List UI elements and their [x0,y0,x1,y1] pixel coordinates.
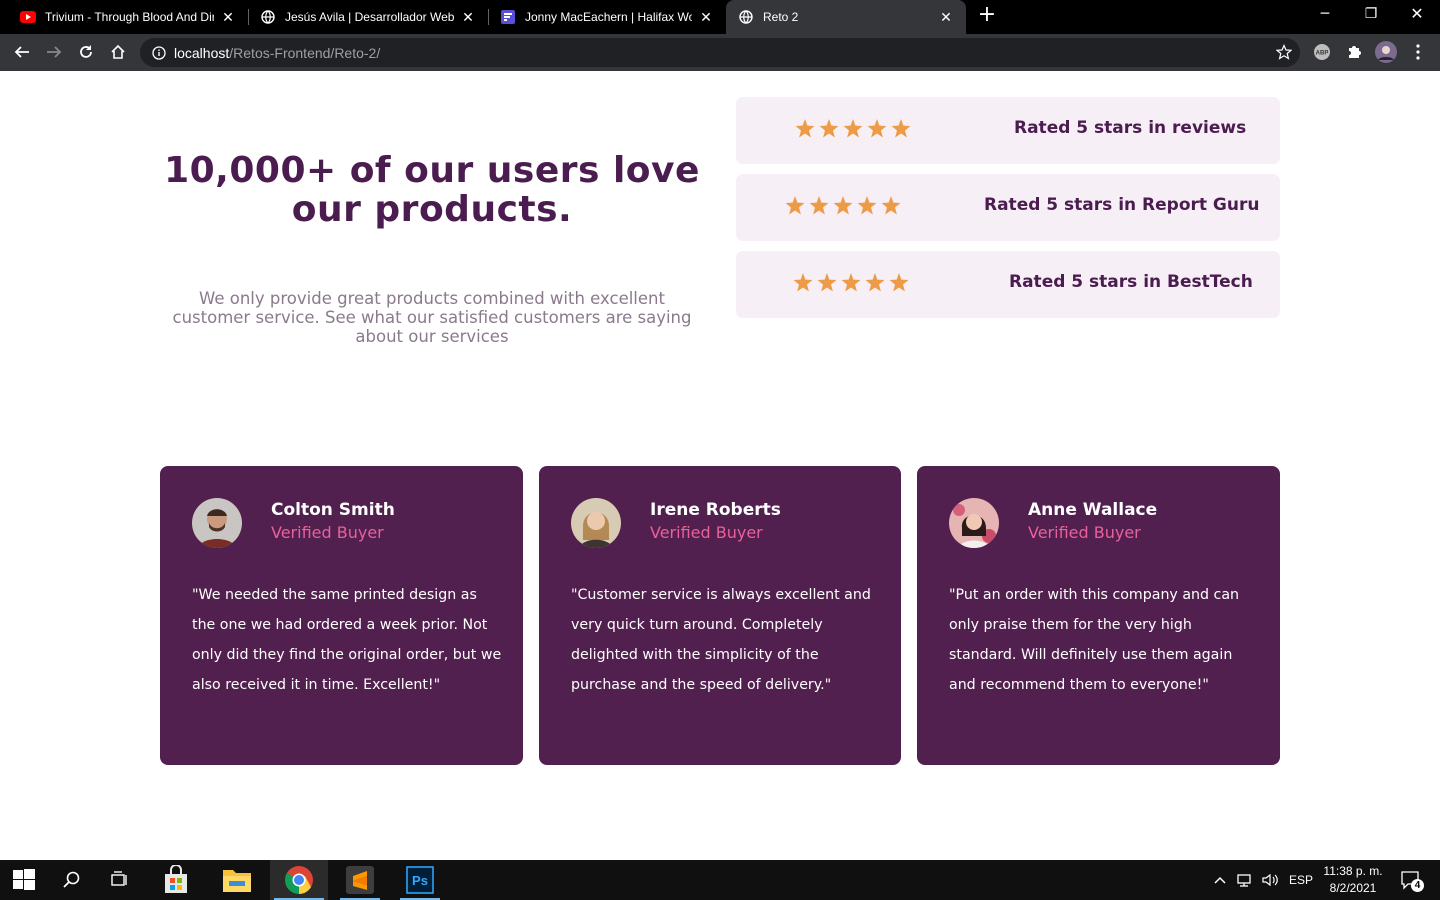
sublime-text-icon[interactable] [336,860,384,900]
extensions-puzzle-icon[interactable] [1342,40,1366,64]
star-icon [833,196,853,215]
site-info-icon[interactable] [144,45,174,60]
input-language[interactable]: ESP [1289,860,1313,900]
star-icon [817,273,837,292]
tab-jesus-avila[interactable]: Jesús Avila | Desarrollador Web ✕ [248,0,488,34]
show-hidden-icons-chevron-icon[interactable] [1213,860,1227,900]
star-rating [785,196,901,215]
rating-label: Rated 5 stars in reviews [1014,118,1247,138]
star-icon [843,119,863,138]
url-host: localhost [174,44,230,61]
browser-tab-strip: Trivium - Through Blood And Dirt ✕ Jesús… [0,0,1440,34]
reviewer-role: Verified Buyer [1028,523,1141,542]
star-icon [819,119,839,138]
tab-title: Jonny MacEachern | Halifax WordPress [525,10,692,24]
address-bar[interactable]: localhost/Retos-Frontend/Reto-2/ [140,38,1300,67]
volume-icon[interactable] [1261,860,1279,900]
url-path: /Retos-Frontend/Reto-2/ [229,44,381,61]
testimonial-card-colton: Colton Smith Verified Buyer "We needed t… [160,466,523,765]
rating-card-reviews: Rated 5 stars in reviews [736,97,1280,164]
star-icon [881,196,901,215]
chrome-icon[interactable] [270,860,328,900]
rating-card-besttech: Rated 5 stars in BestTech [736,251,1280,318]
rating-card-report-guru: Rated 5 stars in Report Guru [736,174,1280,241]
bookmark-star-icon[interactable] [1275,44,1293,64]
testimonial-card-irene: Irene Roberts Verified Buyer "Customer s… [539,466,901,765]
tab-title: Jesús Avila | Desarrollador Web [285,10,454,24]
file-explorer-icon[interactable] [213,860,261,900]
clock-date: 8/2/2021 [1329,881,1377,895]
home-icon[interactable] [106,40,130,64]
avatar [571,498,621,548]
profile-avatar-icon[interactable] [1374,40,1398,64]
new-tab-button[interactable]: + [976,4,998,27]
tab-jonny-maceachern[interactable]: Jonny MacEachern | Halifax WordPress ✕ [488,0,726,34]
forward-arrow-icon[interactable] [42,40,66,64]
reload-icon[interactable] [74,40,98,64]
system-clock[interactable]: 11:38 p. m. 8/2/2021 [1318,863,1388,897]
youtube-icon [20,9,36,25]
minimize-icon[interactable]: ─ [1302,0,1348,30]
microsoft-store-icon[interactable] [152,860,200,900]
star-icon [809,196,829,215]
star-icon [793,273,813,292]
avatar [192,498,242,548]
star-icon [867,119,887,138]
star-icon [889,273,909,292]
testimonial-quote: "Customer service is always excellent an… [571,587,871,693]
clock-time: 11:38 p. m. [1323,864,1383,878]
star-icon [857,196,877,215]
network-icon[interactable] [1236,860,1254,900]
star-icon [785,196,805,215]
task-view-icon[interactable] [96,860,144,900]
testimonial-card-anne: Anne Wallace Verified Buyer "Put an orde… [917,466,1280,765]
star-rating [793,273,909,292]
svg-text:Ps: Ps [412,873,428,888]
rating-label: Rated 5 stars in Report Guru [984,195,1260,215]
hero-title: 10,000+ of our users love our products. [164,150,700,230]
windows-taskbar: Ps ESP 11:38 p. m. 8/2/2021 4 [0,860,1440,900]
url-text: localhost/Retos-Frontend/Reto-2/ [174,45,380,61]
photoshop-icon[interactable]: Ps [396,860,444,900]
star-icon [891,119,911,138]
tab-title: Reto 2 [763,10,799,24]
reviewer-name: Irene Roberts [650,500,781,520]
site-favicon-icon [500,9,516,25]
back-arrow-icon[interactable] [10,40,34,64]
reviewer-role: Verified Buyer [271,523,384,542]
globe-icon [260,9,276,25]
tab-reto-2[interactable]: Reto 2 ✕ [726,0,966,34]
testimonial-quote: "We needed the same printed design as th… [192,587,502,693]
hero-description: We only provide great products combined … [172,289,692,346]
close-tab-icon[interactable]: ✕ [220,9,236,26]
windows-start-icon[interactable] [0,860,48,900]
testimonial-quote: "Put an order with this company and can … [949,587,1240,693]
rating-label: Rated 5 stars in BestTech [1009,272,1253,292]
page-content: 10,000+ of our users love our products. … [0,71,1440,860]
avatar [949,498,999,548]
close-tab-icon[interactable]: ✕ [698,9,714,26]
reviewer-name: Colton Smith [271,500,395,520]
svg-text:ABP: ABP [1316,51,1329,57]
adblock-extension-icon[interactable]: ABP [1310,40,1334,64]
star-icon [795,119,815,138]
restore-icon[interactable]: ❐ [1348,0,1394,30]
star-icon [841,273,861,292]
menu-kebab-icon[interactable] [1406,40,1430,64]
close-tab-icon[interactable]: ✕ [938,9,954,26]
tab-trivium[interactable]: Trivium - Through Blood And Dirt ✕ [8,0,248,34]
reviewer-name: Anne Wallace [1028,500,1158,520]
search-icon[interactable] [48,860,96,900]
globe-icon [738,9,754,25]
browser-toolbar: localhost/Retos-Frontend/Reto-2/ ABP [0,34,1440,71]
close-window-icon[interactable]: ✕ [1394,0,1440,30]
notifications-icon[interactable]: 4 [1398,860,1424,900]
star-rating [795,119,911,138]
close-tab-icon[interactable]: ✕ [460,9,476,26]
tab-title: Trivium - Through Blood And Dirt [45,10,214,24]
notification-count-badge: 4 [1411,879,1424,892]
star-icon [865,273,885,292]
reviewer-role: Verified Buyer [650,523,763,542]
